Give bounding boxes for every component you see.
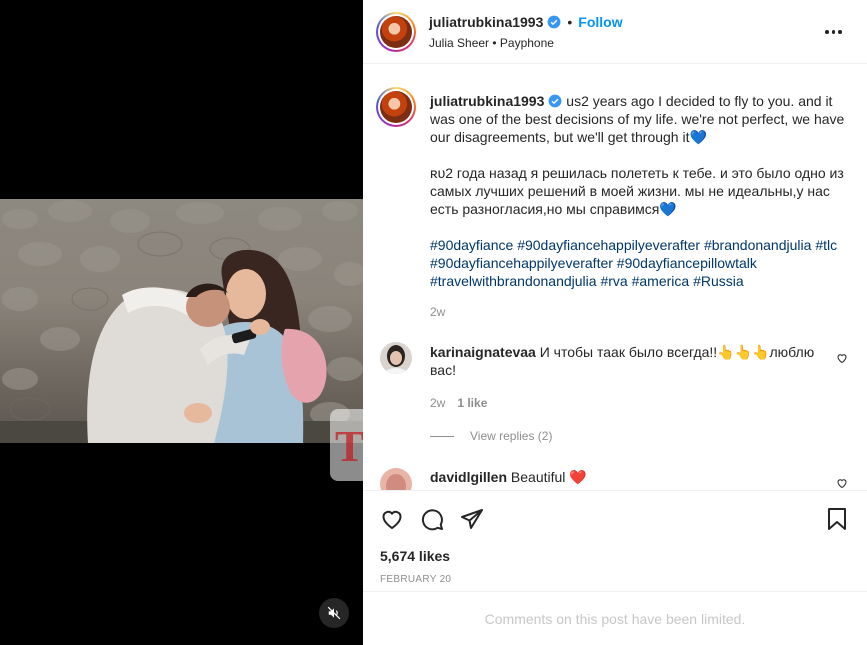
verified-badge-icon [548,94,562,108]
comment-username[interactable]: davidlgillen [430,469,507,485]
share-icon[interactable] [460,507,484,531]
comment-icon[interactable] [420,507,444,531]
mute-icon [327,606,341,620]
hashtag-link[interactable]: #america [632,273,690,289]
caption-avatar[interactable] [376,87,416,127]
hashtag-link[interactable]: #brandonandjulia [704,237,811,253]
comment-body: davidlgillen Beautiful ❤️ [430,468,834,486]
caption: juliatrubkina1993 us2 years ago I decide… [430,92,848,308]
more-options-button[interactable] [825,24,845,40]
commenter-avatar-image [380,468,412,490]
hashtag-link[interactable]: #90dayfiance [430,237,513,253]
comment-like-heart-icon[interactable] [836,477,848,489]
hashtag-link[interactable]: #tlc [815,237,837,253]
audio-attribution[interactable]: Julia Sheer • Payphone [429,36,554,50]
comments-section[interactable]: juliatrubkina1993 us2 years ago I decide… [363,65,867,490]
commenter-avatar[interactable] [380,468,412,490]
hashtag-link[interactable]: #90dayfiancehappilyeverafter [517,237,700,253]
hashtag-link[interactable]: #Russia [693,273,744,289]
follow-button[interactable]: Follow [578,14,622,30]
comment-timestamp[interactable]: 2w [430,396,445,410]
more-options-icon [825,30,829,34]
comment-like-heart-icon[interactable] [836,352,848,364]
hashtag-link[interactable]: #90dayfiancepillowtalk [617,255,757,271]
author-username[interactable]: juliatrubkina1993 [429,14,543,30]
hashtag-link[interactable]: #90dayfiancehappilyeverafter [430,255,613,271]
post-actions: 5,674 likes FEBRUARY 20 [363,490,867,590]
commenter-avatar-image [380,342,412,374]
caption-timestamp[interactable]: 2w [430,305,445,319]
author-line: juliatrubkina1993 • Follow [429,14,623,30]
post-side-panel: juliatrubkina1993 • Follow Julia Sheer • P… [363,0,867,645]
hashtag-link[interactable]: #rva [600,273,627,289]
comment-username[interactable]: karinaignatevaa [430,344,536,360]
comment-likes[interactable]: 1 like [457,396,487,410]
bookmark-icon[interactable] [826,507,848,531]
comment-meta: 2w 1 like [430,396,487,410]
caption-text-ru: ʀᴜ2 года назад я решилась полететь к теб… [430,165,844,217]
post-media[interactable] [0,0,363,645]
comment-text: Beautiful ❤️ [510,469,587,485]
separator-dot: • [567,14,573,30]
caption-username[interactable]: juliatrubkina1993 [430,93,544,109]
author-avatar[interactable] [376,12,416,52]
view-replies-button[interactable]: View replies (2) [430,429,552,443]
heart-icon[interactable] [380,507,404,531]
view-replies-label: View replies (2) [470,429,553,443]
more-dot [831,30,835,34]
post-date[interactable]: FEBRUARY 20 [380,574,451,585]
comments-limited-notice: Comments on this post have been limited. [363,591,867,645]
comment-body: karinaignatevaa И чтобы таак было всегда… [430,343,834,379]
post-photo[interactable] [0,199,363,443]
caption-hashtags: #90dayfiance #90dayfiancehappilyeverafte… [430,236,848,290]
replies-divider [430,435,454,437]
commenter-avatar[interactable] [380,342,412,374]
mute-button[interactable] [319,598,349,628]
post-header: juliatrubkina1993 • Follow Julia Sheer • P… [363,0,867,64]
verified-badge-icon [547,15,561,29]
hashtag-link[interactable]: #travelwithbrandonandjulia [430,273,597,289]
more-dot [838,30,842,34]
couple-photo-illustration [0,200,363,443]
likes-count[interactable]: 5,674 likes [380,548,450,564]
